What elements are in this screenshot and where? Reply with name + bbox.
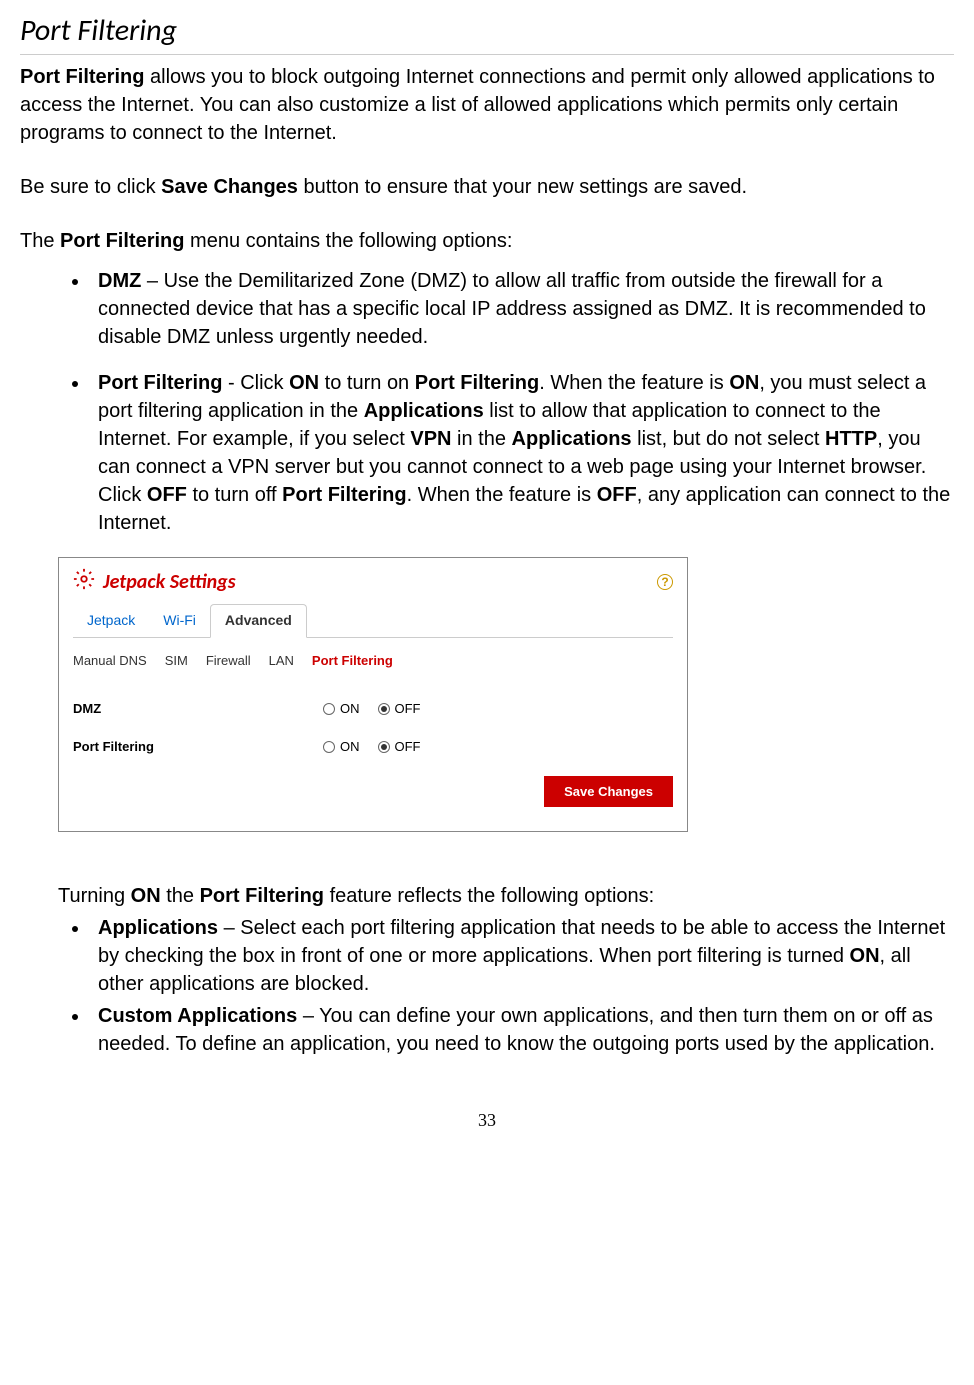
pf-on-radio[interactable]: ON <box>323 738 360 756</box>
bullet-port-filtering: Port Filtering - Click ON to turn on Por… <box>90 369 954 537</box>
radio-icon <box>378 703 390 715</box>
pf-off-radio[interactable]: OFF <box>378 738 421 756</box>
dmz-off-radio[interactable]: OFF <box>378 700 421 718</box>
subtab-manual-dns[interactable]: Manual DNS <box>73 652 147 670</box>
save-note: Be sure to click Save Changes button to … <box>20 173 954 201</box>
settings-panel: Jetpack Settings ? Jetpack Wi-Fi Advance… <box>58 557 688 832</box>
main-tabs: Jetpack Wi-Fi Advanced <box>73 604 673 638</box>
tab-wifi[interactable]: Wi-Fi <box>149 605 210 637</box>
page-number: 33 <box>20 1108 954 1133</box>
gear-icon <box>73 568 95 596</box>
bullet-dmz: DMZ – Use the Demilitarized Zone (DMZ) t… <box>90 267 954 351</box>
dmz-on-radio[interactable]: ON <box>323 700 360 718</box>
intro-paragraph: Port Filtering allows you to block outgo… <box>20 63 954 147</box>
pf-label: Port Filtering <box>73 738 323 756</box>
bullet-applications: Applications – Select each port filterin… <box>90 914 954 998</box>
menu-intro: The Port Filtering menu contains the fol… <box>20 227 954 255</box>
panel-title: Jetpack Settings <box>103 568 236 596</box>
subtab-lan[interactable]: LAN <box>269 652 294 670</box>
help-icon[interactable]: ? <box>657 574 673 590</box>
bullet-custom-applications: Custom Applications – You can define you… <box>90 1002 954 1058</box>
save-changes-button[interactable]: Save Changes <box>544 776 673 807</box>
subtab-firewall[interactable]: Firewall <box>206 652 251 670</box>
setting-port-filtering: Port Filtering ON OFF <box>73 738 673 756</box>
subtab-sim[interactable]: SIM <box>165 652 188 670</box>
subtab-port-filtering[interactable]: Port Filtering <box>312 652 393 670</box>
options-intro: Turning ON the Port Filtering feature re… <box>58 882 954 910</box>
dmz-label: DMZ <box>73 700 323 718</box>
setting-dmz: DMZ ON OFF <box>73 700 673 718</box>
tab-jetpack[interactable]: Jetpack <box>73 605 149 637</box>
intro-strong: Port Filtering <box>20 66 144 88</box>
sub-tabs: Manual DNS SIM Firewall LAN Port Filteri… <box>73 652 673 670</box>
radio-icon <box>323 703 335 715</box>
radio-icon <box>323 741 335 753</box>
radio-icon <box>378 741 390 753</box>
page-title: Port Filtering <box>20 10 954 55</box>
intro-text: allows you to block outgoing Internet co… <box>20 66 935 144</box>
tab-advanced[interactable]: Advanced <box>210 604 307 638</box>
